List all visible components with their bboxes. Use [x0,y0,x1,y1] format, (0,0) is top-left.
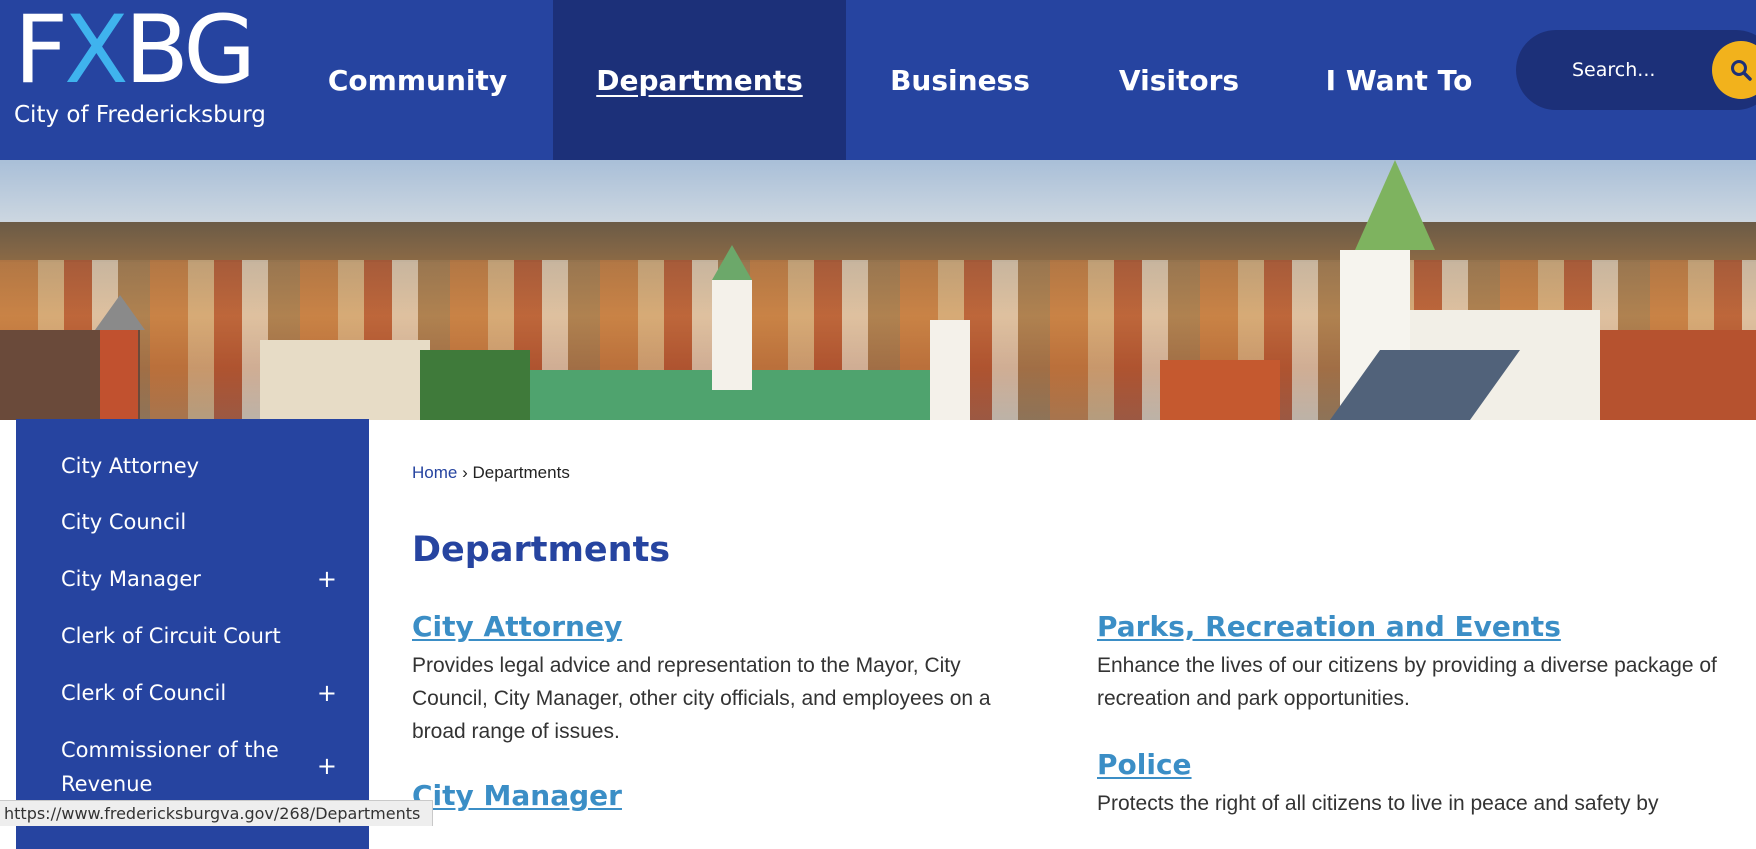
dept-link-police[interactable]: Police [1097,748,1747,781]
dept-link-city-manager[interactable]: City Manager [412,779,1032,812]
dept-card-city-attorney: City Attorney Provides legal advice and … [412,610,1032,748]
sidebar-item-label: Clerk of Circuit Court [61,624,281,648]
dept-card-police: Police Protects the right of all citizen… [1097,748,1747,820]
dept-card-parks-recreation-events: Parks, Recreation and Events Enhance the… [1097,610,1747,715]
dept-card-city-manager: City Manager [412,779,1032,812]
breadcrumb-separator: › [462,463,468,482]
dept-description: Protects the right of all citizens to li… [1097,792,1659,815]
search-icon [1731,60,1752,81]
breadcrumb: Home › Departments [412,463,570,483]
nav-i-want-to[interactable]: I Want To [1304,0,1494,160]
sidebar-item-clerk-of-circuit-court[interactable]: Clerk of Circuit Court [61,619,351,653]
search-input[interactable]: Search... [1572,30,1655,110]
nav-departments[interactable]: Departments [553,0,846,160]
status-bar-url: https://www.fredericksburgva.gov/268/Dep… [0,800,434,826]
sidebar-item-label: City Attorney [61,454,200,478]
plus-icon[interactable]: + [317,562,337,596]
breadcrumb-current: Departments [472,463,570,482]
nav-community[interactable]: Community [300,0,535,160]
sidebar-item-clerk-of-council[interactable]: Clerk of Council + [61,676,351,710]
site-logo[interactable]: FXBG City of Fredericksburg [14,4,294,132]
logo-wordmark: FXBG [14,0,256,105]
nav-visitors[interactable]: Visitors [1074,0,1284,160]
dept-description: Provides legal advice and representation… [412,654,991,743]
site-header: FXBG City of Fredericksburg Community De… [0,0,1756,160]
sidebar-item-city-council[interactable]: City Council [61,505,351,539]
hero-banner-image [0,160,1756,420]
sidebar-item-city-manager[interactable]: City Manager + [61,562,351,596]
sidebar-item-label: City Council [61,510,187,534]
logo-subtitle: City of Fredericksburg [14,102,266,128]
search-button[interactable] [1712,41,1756,99]
sidebar-item-label: Clerk of Council [61,681,227,705]
nav-business[interactable]: Business [866,0,1054,160]
sidebar-item-label: City Manager [61,567,201,591]
sidebar-item-commissioner-of-the-revenue[interactable]: Commissioner of the Revenue + [61,733,351,801]
sidebar-item-label: Commissioner of the Revenue [61,738,279,796]
plus-icon[interactable]: + [317,676,337,710]
search-box: Search... [1516,30,1756,110]
page-title: Departments [412,530,671,570]
dept-link-city-attorney[interactable]: City Attorney [412,610,1032,643]
sidebar-nav: City Attorney City Council City Manager … [16,419,369,849]
sidebar-item-city-attorney[interactable]: City Attorney [61,449,351,483]
dept-description: Enhance the lives of our citizens by pro… [1097,654,1717,710]
banner-town-illustration [0,160,1756,420]
plus-icon[interactable]: + [317,749,337,783]
dept-link-parks-recreation-events[interactable]: Parks, Recreation and Events [1097,610,1747,643]
breadcrumb-home-link[interactable]: Home [412,463,457,482]
